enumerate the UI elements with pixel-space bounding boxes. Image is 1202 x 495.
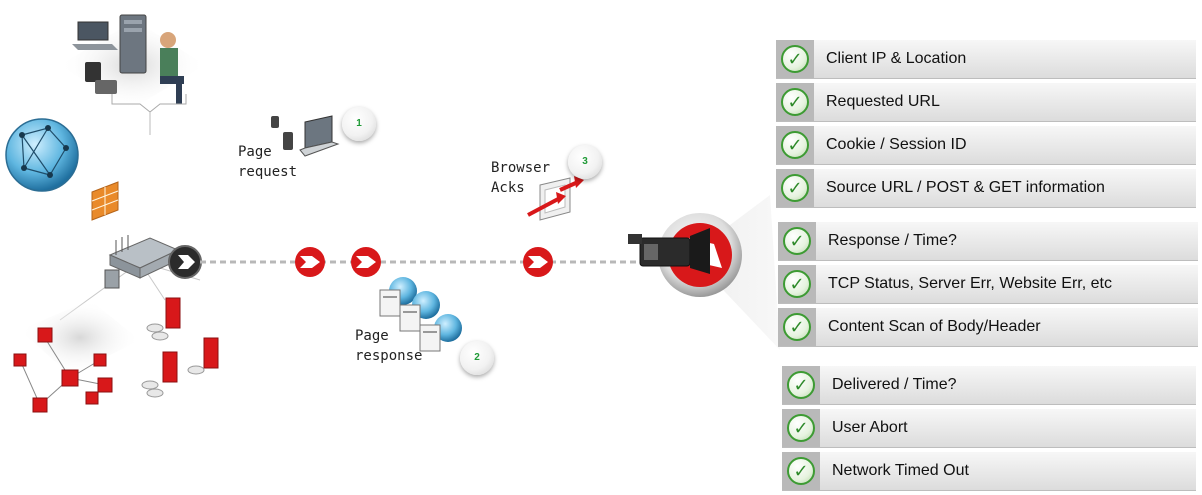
checklist-item-label: User Abort (832, 419, 908, 436)
firewall-icon (91, 181, 119, 221)
page-response-label: Page response (355, 326, 422, 366)
checklist-item-label: TCP Status, Server Err, Website Err, etc (828, 275, 1112, 292)
page-request-label-line2: request (238, 164, 298, 180)
page-request-label-line1: Page (238, 144, 272, 160)
outgoing-arrow-icon (168, 245, 202, 279)
checklist-row: ✓ Response / Time? (778, 222, 1198, 261)
checklist-row: ✓ Source URL / POST & GET information (776, 169, 1196, 208)
browser-acks-label-line2: Acks (491, 180, 525, 196)
checklist-row: ✓ Client IP & Location (776, 40, 1196, 79)
checkmark-icon: ✓ (787, 457, 815, 485)
checkmark-icon: ✓ (781, 45, 809, 73)
step-badge-1: 1 (342, 107, 376, 141)
client-cluster-icon (60, 14, 205, 135)
checklist-item-label: Response / Time? (828, 232, 957, 249)
checklist-item-label: Requested URL (826, 93, 940, 110)
checklist-row: ✓ User Abort (782, 409, 1196, 448)
checkmark-icon: ✓ (781, 174, 809, 202)
page-request-label: Page request (238, 142, 297, 182)
checklist-item-label: Delivered / Time? (832, 376, 957, 393)
network-switch-icon (104, 235, 180, 289)
checkmark-icon: ✓ (787, 371, 815, 399)
internet-globe-icon (5, 118, 79, 192)
page-response-label-line1: Page (355, 328, 389, 344)
red-server-icon (141, 351, 178, 398)
red-network-nodes-icon (13, 300, 140, 413)
step-badge-2: 2 (460, 341, 494, 375)
checklist-row: ✓ TCP Status, Server Err, Website Err, et… (778, 265, 1198, 304)
step-badge-3: 3 (568, 145, 602, 179)
checklist-item-label: Content Scan of Body/Header (828, 318, 1041, 335)
checklist-row: ✓ Delivered / Time? (782, 366, 1196, 405)
checklist-row: ✓ Requested URL (776, 83, 1196, 122)
checkmark-icon: ✓ (783, 270, 811, 298)
checkmark-icon: ✓ (787, 414, 815, 442)
checklist-row: ✓ Content Scan of Body/Header (778, 308, 1198, 347)
checkmark-icon: ✓ (781, 131, 809, 159)
checkmark-icon: ✓ (783, 227, 811, 255)
camera-monitor-icon (628, 213, 742, 297)
checkmark-icon: ✓ (781, 88, 809, 116)
checklist-item-label: Cookie / Session ID (826, 136, 967, 153)
red-server-icon (146, 297, 181, 341)
checklist-item-label: Source URL / POST & GET information (826, 179, 1105, 196)
browser-acks-label-line1: Browser (491, 160, 551, 176)
browser-acks-label: Browser Acks (491, 158, 550, 198)
checklist-row: ✓ Network Timed Out (782, 452, 1196, 491)
request-info-checklist: ✓ Client IP & Location ✓ Requested URL ✓ Co… (776, 40, 1196, 212)
response-info-checklist: ✓ Response / Time? ✓ TCP Status, Server Er… (778, 222, 1198, 351)
delivery-info-checklist: ✓ Delivered / Time? ✓ User Abort ✓ Network … (782, 366, 1196, 495)
checklist-row: ✓ Cookie / Session ID (776, 126, 1196, 165)
flow-arrow-icon (351, 247, 381, 277)
red-server-icon (187, 337, 219, 375)
flow-arrow-icon (295, 247, 325, 277)
checklist-item-label: Client IP & Location (826, 50, 967, 67)
checklist-item-label: Network Timed Out (832, 462, 969, 479)
checkmark-icon: ✓ (783, 313, 811, 341)
page-response-label-line2: response (355, 348, 423, 364)
flow-arrow-icon (523, 247, 553, 277)
